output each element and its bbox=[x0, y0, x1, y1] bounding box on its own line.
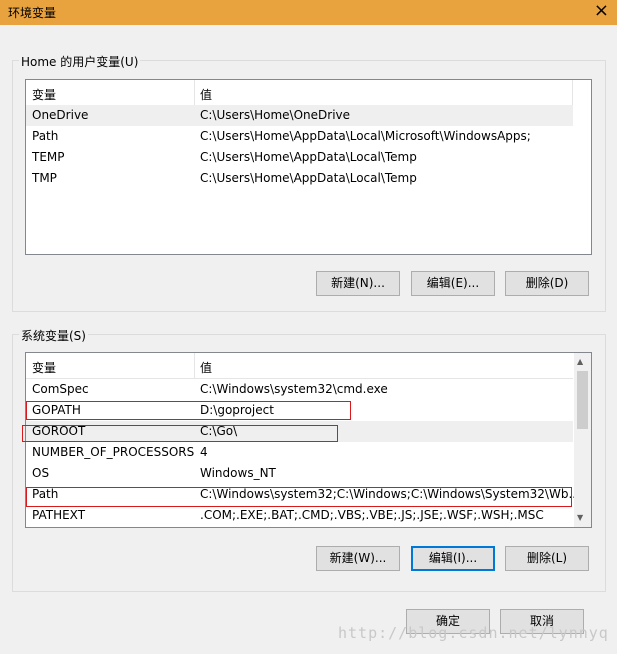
list-item[interactable]: NUMBER_OF_PROCESSORS 4 bbox=[26, 442, 573, 463]
variable-name: Path bbox=[32, 487, 59, 501]
user-variables-label: Home 的用户变量(U) bbox=[19, 53, 141, 70]
variable-name: Path bbox=[32, 129, 59, 143]
variable-name: GOROOT bbox=[32, 424, 86, 438]
list-item[interactable]: TEMP C:\Users\Home\AppData\Local\Temp bbox=[26, 147, 591, 168]
variable-value: Windows_NT bbox=[200, 466, 276, 480]
system-delete-button[interactable]: 删除(L) bbox=[505, 546, 589, 571]
variable-name: ComSpec bbox=[32, 382, 89, 396]
list-header: 变量 值 bbox=[26, 80, 573, 106]
column-header-value[interactable]: 值 bbox=[200, 359, 212, 376]
column-header-value[interactable]: 值 bbox=[200, 86, 212, 103]
close-icon[interactable]: × bbox=[594, 1, 609, 21]
column-header-variable[interactable]: 变量 bbox=[32, 86, 56, 103]
variable-value: C:\Go\ bbox=[200, 424, 238, 438]
variable-value: D:\goproject bbox=[200, 403, 274, 417]
user-variables-list[interactable]: 变量 值 OneDrive C:\Users\Home\OneDrive Pat… bbox=[25, 79, 592, 255]
list-item[interactable]: PATHEXT .COM;.EXE;.BAT;.CMD;.VBS;.VBE;.J… bbox=[26, 505, 573, 526]
scrollbar-thumb[interactable] bbox=[577, 371, 588, 429]
system-variables-list[interactable]: 变量 值 ComSpec C:\Windows\system32\cmd.exe… bbox=[25, 352, 592, 528]
list-header: 变量 值 bbox=[26, 353, 573, 379]
list-item[interactable]: OneDrive C:\Users\Home\OneDrive bbox=[26, 105, 573, 126]
variable-value: C:\Users\Home\AppData\Local\Microsoft\Wi… bbox=[200, 129, 531, 143]
variable-value: C:\Users\Home\AppData\Local\Temp bbox=[200, 150, 417, 164]
vertical-scrollbar[interactable]: ▲ ▼ bbox=[574, 353, 591, 527]
system-edit-button[interactable]: 编辑(I)... bbox=[411, 546, 495, 571]
variable-name: PATHEXT bbox=[32, 508, 86, 522]
variable-value: C:\Users\Home\OneDrive bbox=[200, 108, 351, 122]
list-item[interactable]: GOPATH D:\goproject bbox=[26, 400, 573, 421]
variable-value: 4 bbox=[200, 445, 208, 459]
list-item[interactable]: GOROOT C:\Go\ bbox=[26, 421, 573, 442]
scroll-down-icon[interactable]: ▼ bbox=[577, 513, 583, 522]
list-item[interactable]: OS Windows_NT bbox=[26, 463, 573, 484]
list-item[interactable]: Path C:\Windows\system32;C:\Windows;C:\W… bbox=[26, 484, 580, 505]
title-bar: 环境变量 × bbox=[0, 0, 617, 25]
variable-name: OneDrive bbox=[32, 108, 89, 122]
user-delete-button[interactable]: 删除(D) bbox=[505, 271, 589, 296]
variable-name: NUMBER_OF_PROCESSORS bbox=[32, 445, 195, 459]
list-item[interactable]: Path C:\Users\Home\AppData\Local\Microso… bbox=[26, 126, 591, 147]
list-item[interactable]: TMP C:\Users\Home\AppData\Local\Temp bbox=[26, 168, 591, 189]
variable-name: TMP bbox=[32, 171, 57, 185]
user-new-button[interactable]: 新建(N)... bbox=[316, 271, 400, 296]
variable-value: C:\Windows\system32\cmd.exe bbox=[200, 382, 388, 396]
variable-value: C:\Windows\system32;C:\Windows;C:\Window… bbox=[200, 487, 580, 501]
window-title: 环境变量 bbox=[8, 6, 57, 20]
variable-name: GOPATH bbox=[32, 403, 81, 417]
list-item[interactable]: ComSpec C:\Windows\system32\cmd.exe bbox=[26, 379, 573, 400]
variable-value: .COM;.EXE;.BAT;.CMD;.VBS;.VBE;.JS;.JSE;.… bbox=[200, 508, 544, 522]
variable-name: TEMP bbox=[32, 150, 65, 164]
watermark: http://blog.csdn.net/lynnyq bbox=[338, 624, 609, 642]
user-edit-button[interactable]: 编辑(E)... bbox=[411, 271, 495, 296]
column-header-variable[interactable]: 变量 bbox=[32, 359, 56, 376]
system-variables-label: 系统变量(S) bbox=[19, 327, 88, 344]
scroll-up-icon[interactable]: ▲ bbox=[577, 357, 583, 366]
system-new-button[interactable]: 新建(W)... bbox=[316, 546, 400, 571]
variable-name: OS bbox=[32, 466, 50, 480]
variable-value: C:\Users\Home\AppData\Local\Temp bbox=[200, 171, 417, 185]
